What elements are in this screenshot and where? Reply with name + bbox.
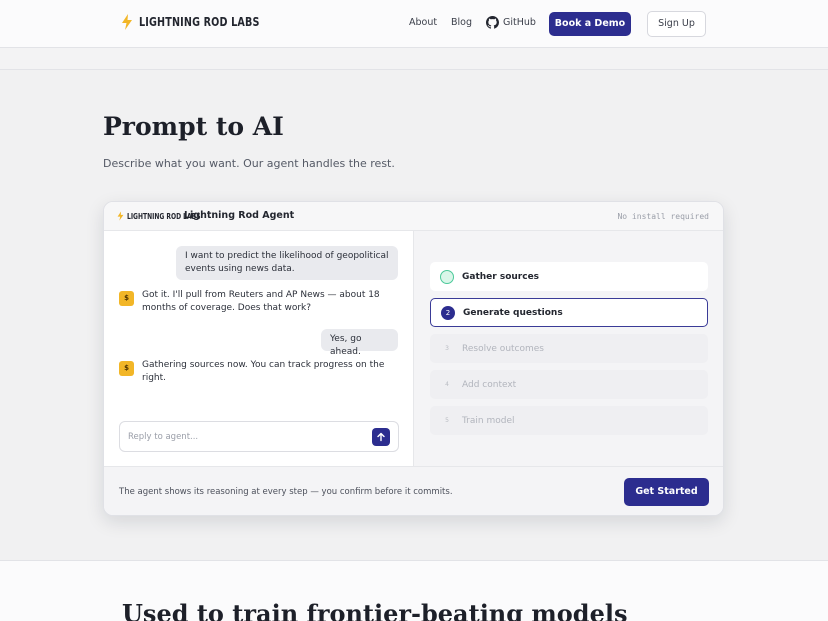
send-button[interactable] — [372, 428, 390, 446]
chat-panel: I want to predict the likelihood of geop… — [104, 231, 414, 466]
step-label: Resolve outcomes — [462, 343, 544, 354]
step-label: Gather sources — [462, 271, 540, 282]
step-number: 4 — [445, 380, 449, 388]
nav-about-link[interactable]: About — [409, 17, 437, 28]
lightning-icon — [122, 14, 132, 30]
section-title: Used to train frontier-beating models — [122, 599, 628, 621]
sign-up-button[interactable]: Sign Up — [647, 11, 706, 37]
progress-steps-panel: Gather sources 2 Generate questions 3 Re… — [414, 231, 723, 466]
card-footer: The agent shows its reasoning at every s… — [104, 466, 723, 515]
step-number: 5 — [445, 416, 449, 424]
step-train-model: 5 Train model — [430, 406, 708, 435]
step-resolve-outcomes: 3 Resolve outcomes — [430, 334, 708, 363]
logo[interactable]: LIGHTNING ROD LABS — [121, 14, 290, 30]
reply-input[interactable] — [128, 429, 358, 445]
agent-avatar-icon: $ — [119, 361, 134, 376]
lightning-icon — [117, 211, 124, 221]
github-label: GitHub — [503, 17, 536, 28]
agent-message-text: Gathering sources now. You can track pro… — [142, 360, 385, 383]
agent-message-text: Got it. I'll pull from Reuters and AP Ne… — [142, 290, 380, 313]
step-complete-icon — [440, 269, 454, 284]
agent-message: $ Gathering sources now. You can track p… — [119, 359, 402, 385]
agent-demo-card: LIGHTNING ROD LABS Lightning Rod Agent N… — [103, 201, 724, 516]
page-subtitle: Describe what you want. Our agent handle… — [103, 157, 395, 170]
step-label: Add context — [462, 379, 517, 390]
user-message: I want to predict the likelihood of geop… — [176, 246, 398, 280]
logo-text: LIGHTNING ROD LABS — [139, 15, 260, 29]
site-header: LIGHTNING ROD LABS About Blog GitHub Boo… — [0, 0, 828, 48]
card-title: Lightning Rod Agent — [184, 210, 295, 221]
book-demo-button[interactable]: Book a Demo — [549, 12, 631, 36]
card-header: LIGHTNING ROD LABS Lightning Rod Agent N… — [104, 202, 723, 231]
agent-message: $ Got it. I'll pull from Reuters and AP … — [119, 289, 402, 315]
step-number: 2 — [441, 305, 455, 320]
step-number: 3 — [445, 344, 449, 352]
footer-note: The agent shows its reasoning at every s… — [119, 487, 453, 497]
step-add-context: 4 Add context — [430, 370, 708, 399]
user-message: Yes, go ahead. — [321, 329, 398, 357]
status-label: No install required — [617, 212, 709, 221]
step-generate-questions: 2 Generate questions — [430, 298, 708, 327]
step-gather-sources: Gather sources — [430, 262, 708, 291]
step-label: Generate questions — [463, 307, 563, 318]
arrow-up-icon — [377, 432, 385, 442]
github-icon — [486, 16, 499, 29]
get-started-button[interactable]: Get Started — [624, 478, 709, 506]
agent-avatar-icon: $ — [119, 291, 134, 306]
reply-box — [119, 421, 399, 452]
nav-blog-link[interactable]: Blog — [451, 17, 472, 28]
step-label: Train model — [462, 415, 515, 426]
page-title: Prompt to AI — [103, 112, 284, 141]
nav-github-link[interactable]: GitHub — [486, 16, 536, 29]
